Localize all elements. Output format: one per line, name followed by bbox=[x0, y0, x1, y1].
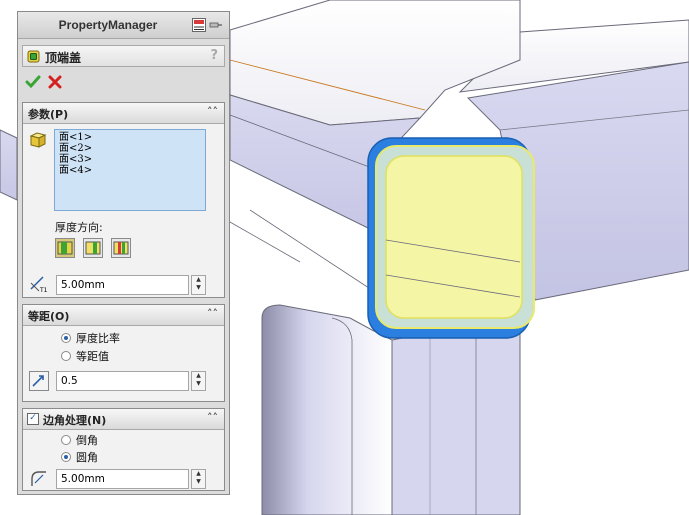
fillet-radio[interactable] bbox=[61, 452, 71, 462]
collapse-icon[interactable] bbox=[192, 18, 206, 32]
chamfer-radio[interactable] bbox=[61, 435, 71, 445]
faces-listbox[interactable]: 面<1> 面<2> 面<3> 面<4> bbox=[54, 129, 206, 211]
thickness-icon: T1 bbox=[30, 276, 48, 293]
svg-text:T1: T1 bbox=[39, 287, 48, 293]
cancel-icon[interactable] bbox=[47, 74, 63, 90]
panel-title: PropertyManager bbox=[58, 18, 158, 32]
offset-value-radio[interactable] bbox=[61, 351, 71, 361]
section-title: 等距(O) bbox=[28, 310, 70, 323]
section-offset: 等距(O) ˄˄ 厚度比率 等距值 0.5 ▲ ▼ bbox=[22, 304, 225, 402]
section-corner-treatment: ✓ 边角处理(N) ˄˄ 倒角 圆角 5.00mm ▲ ▼ bbox=[22, 408, 225, 491]
radio-label: 圆角 bbox=[76, 451, 98, 464]
face-selection-icon bbox=[29, 132, 47, 148]
chevron-up-icon[interactable]: ˄˄ bbox=[207, 105, 218, 118]
face-item[interactable]: 面<3> bbox=[59, 154, 205, 165]
thickness-inward-button[interactable] bbox=[83, 238, 103, 258]
thickness-spinner[interactable]: ▲ ▼ bbox=[191, 275, 206, 295]
section-title: 参数(P) bbox=[28, 108, 69, 121]
radio-label: 等距值 bbox=[76, 350, 109, 363]
chevron-up-icon[interactable]: ˄˄ bbox=[207, 411, 218, 424]
thickness-direction-label: 厚度方向: bbox=[55, 221, 103, 234]
section-title: 边角处理(N) bbox=[43, 414, 107, 427]
fillet-distance-spinner[interactable]: ▲ ▼ bbox=[191, 469, 206, 489]
end-cap-preview[interactable] bbox=[367, 137, 535, 339]
face-item[interactable]: 面<4> bbox=[59, 165, 205, 176]
feature-name: 顶端盖 bbox=[45, 51, 82, 65]
property-manager-panel: PropertyManager 顶端盖 ? 参数(P) ˄˄ 面<1> 面<2>… bbox=[17, 11, 230, 495]
fillet-icon bbox=[31, 471, 46, 486]
section-parameters: 参数(P) ˄˄ 面<1> 面<2> 面<3> 面<4> 厚度方向: T1 5.… bbox=[22, 102, 225, 298]
face-item[interactable]: 面<2> bbox=[59, 143, 205, 154]
thickness-outward-button[interactable] bbox=[55, 238, 75, 258]
section-header[interactable]: ✓ 边角处理(N) ˄˄ bbox=[23, 409, 224, 430]
feature-icon bbox=[27, 50, 40, 63]
radio-label: 厚度比率 bbox=[76, 332, 120, 345]
radio-label: 倒角 bbox=[76, 434, 98, 447]
ok-icon[interactable] bbox=[25, 74, 41, 90]
thickness-both-button[interactable] bbox=[111, 238, 131, 258]
thickness-field[interactable]: 5.00mm bbox=[56, 275, 189, 295]
offset-ratio-field[interactable]: 0.5 bbox=[56, 371, 189, 391]
section-header[interactable]: 等距(O) ˄˄ bbox=[23, 305, 224, 326]
offset-icon bbox=[29, 371, 49, 391]
fillet-distance-field[interactable]: 5.00mm bbox=[56, 469, 189, 489]
offset-ratio-spinner[interactable]: ▲ ▼ bbox=[191, 371, 206, 391]
panel-titlebar: PropertyManager bbox=[18, 12, 229, 39]
pin-icon[interactable] bbox=[209, 18, 223, 32]
corner-treatment-checkbox[interactable]: ✓ bbox=[27, 413, 39, 425]
chevron-up-icon[interactable]: ˄˄ bbox=[207, 307, 218, 320]
face-item[interactable]: 面<1> bbox=[59, 132, 205, 143]
section-header[interactable]: 参数(P) ˄˄ bbox=[23, 103, 224, 124]
help-button[interactable]: ? bbox=[210, 48, 218, 63]
thickness-ratio-radio[interactable] bbox=[61, 333, 71, 343]
feature-header: 顶端盖 ? bbox=[22, 45, 225, 67]
